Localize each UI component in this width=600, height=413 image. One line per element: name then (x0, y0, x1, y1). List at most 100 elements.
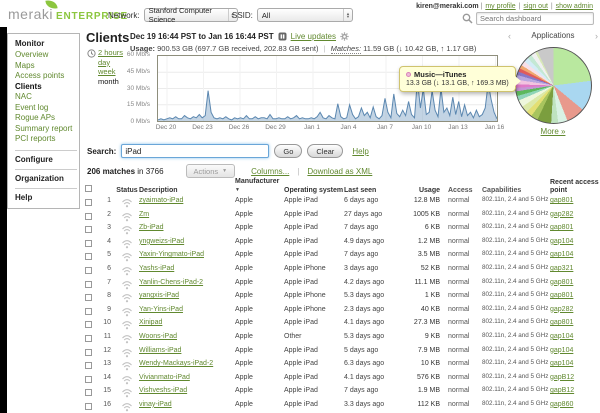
client-link[interactable]: Vishveshs-iPad (139, 387, 187, 394)
pause-live-icon[interactable] (278, 32, 287, 41)
access-cell: normal (448, 210, 470, 218)
client-link[interactable]: Wendy-Mackays-iPad-2 (139, 360, 213, 367)
select-all-checkbox[interactable] (85, 184, 92, 192)
clock-icon (87, 49, 96, 58)
row-checkbox[interactable] (85, 362, 92, 370)
col-recent-ap[interactable]: Recent access point (550, 179, 600, 194)
sidebar-item-access-points[interactable]: Access points (15, 71, 77, 82)
col-description[interactable]: Description (139, 187, 235, 195)
row-checkbox[interactable] (85, 226, 92, 234)
table-row: 15 Vishveshs-iPad Apple Apple iPad 7 days ag… (85, 387, 600, 401)
sidebar-item-event-log[interactable]: Event log (15, 103, 77, 114)
row-checkbox[interactable] (85, 402, 92, 410)
access-point-link[interactable]: gap801 (550, 224, 573, 231)
access-point-link[interactable]: gap104 (550, 333, 573, 340)
more-link[interactable]: More » (541, 127, 566, 136)
access-point-link[interactable]: gap801 (550, 279, 573, 286)
col-access[interactable]: Access (446, 187, 482, 195)
client-search-input[interactable] (121, 144, 270, 158)
manufacturer-cell: Apple (235, 210, 253, 218)
row-checkbox[interactable] (85, 334, 92, 342)
access-point-link[interactable]: gap860 (550, 401, 573, 408)
access-point-link[interactable]: gap321 (550, 265, 573, 272)
col-last-seen[interactable]: Last seen (344, 187, 402, 195)
access-point-link[interactable]: gap282 (550, 306, 573, 313)
usage-cell: 1005 KB (413, 210, 440, 218)
matches-label[interactable]: Matches: (330, 44, 362, 54)
client-link[interactable]: Yaxin-Yingmato-iPad (139, 251, 204, 258)
sidebar-item-clients[interactable]: Clients (15, 82, 77, 93)
client-link[interactable]: yngweizs-iPad (139, 238, 184, 245)
client-link[interactable]: Zm (139, 211, 149, 218)
gear-icon[interactable] (340, 32, 349, 41)
x-tick: Jan 13 (448, 124, 468, 131)
sort-desc-icon: ▼ (235, 186, 240, 193)
client-link[interactable]: Yanlin-Chens-iPad-2 (139, 279, 203, 286)
access-point-link[interactable]: gap801 (550, 292, 573, 299)
access-point-link[interactable]: gap282 (550, 211, 573, 218)
col-capabilities[interactable]: Capabilities (482, 187, 550, 195)
col-os[interactable]: Operating system (284, 187, 344, 195)
access-point-link[interactable]: gap104 (550, 251, 573, 258)
row-checkbox[interactable] (85, 294, 92, 302)
dashboard-search-input[interactable] (476, 12, 594, 25)
sign-out-link[interactable]: sign out (523, 3, 548, 10)
access-point-link[interactable]: gap801 (550, 319, 573, 326)
show-admin-link[interactable]: show admin (556, 3, 593, 10)
my-profile-link[interactable]: my profile (485, 3, 515, 10)
applications-pie-chart[interactable] (515, 47, 592, 124)
access-cell: normal (448, 332, 470, 340)
row-checkbox[interactable] (85, 239, 92, 247)
row-checkbox[interactable] (85, 266, 92, 274)
row-checkbox[interactable] (85, 199, 92, 206)
download-xml-link[interactable]: Download as XML (307, 167, 372, 176)
row-checkbox[interactable] (85, 212, 92, 220)
clear-button[interactable]: Clear (307, 144, 344, 158)
row-checkbox[interactable] (85, 253, 92, 261)
help-link[interactable]: Help (352, 147, 368, 156)
go-button[interactable]: Go (274, 144, 303, 158)
row-checkbox[interactable] (85, 307, 92, 315)
access-point-link[interactable]: gapB12 (550, 374, 574, 381)
access-point-link[interactable]: gap104 (550, 347, 573, 354)
prev-widget-arrow[interactable]: ‹ (508, 31, 511, 41)
next-widget-arrow[interactable]: › (595, 31, 598, 41)
sidebar-section-organization[interactable]: Organization (15, 168, 77, 183)
row-checkbox[interactable] (85, 389, 92, 397)
client-link[interactable]: zyaimato-iPad (139, 197, 183, 204)
access-point-link[interactable]: gap104 (550, 360, 573, 367)
access-point-link[interactable]: gapB12 (550, 387, 574, 394)
client-link[interactable]: Yashs-iPad (139, 265, 174, 272)
live-updates-link[interactable]: Live updates (291, 32, 336, 41)
client-link[interactable]: Yan-Yins-iPad (139, 306, 183, 313)
client-link[interactable]: Woons-iPad (139, 333, 177, 340)
client-link[interactable]: Zb-iPad (139, 224, 164, 231)
sidebar-item-overview[interactable]: Overview (15, 50, 77, 61)
client-link[interactable]: yangxis-iPad (139, 292, 179, 299)
client-link[interactable]: Williams-iPad (139, 347, 181, 354)
actions-dropdown[interactable]: Actions ▼ (185, 164, 236, 178)
columns-link[interactable]: Columns... (251, 167, 289, 176)
row-checkbox[interactable] (85, 321, 92, 329)
col-usage[interactable]: Usage (402, 187, 446, 195)
access-point-link[interactable]: gap104 (550, 238, 573, 245)
client-link[interactable]: Vivianmato-iPad (139, 374, 190, 381)
sidebar-section-configure[interactable]: Configure (15, 149, 77, 164)
network-select[interactable]: Stanford Computer Science ▲ ▼ (143, 6, 238, 24)
row-checkbox[interactable] (85, 280, 92, 288)
col-manufacturer[interactable]: Manufacturer ▼ (235, 178, 284, 194)
access-point-link[interactable]: gap801 (550, 197, 573, 204)
ssid-select[interactable]: All ▲ ▼ (256, 8, 353, 22)
row-checkbox[interactable] (85, 348, 92, 356)
sidebar-item-pci-reports[interactable]: PCI reports (15, 134, 77, 145)
sidebar-section-help[interactable]: Help (15, 187, 77, 202)
sidebar-item-summary-report[interactable]: Summary report (15, 124, 77, 135)
row-number: 12 (103, 346, 111, 354)
client-link[interactable]: Xinipad (139, 319, 162, 326)
sidebar-item-maps[interactable]: Maps (15, 61, 77, 72)
sidebar-item-nac[interactable]: NAC (15, 92, 77, 103)
col-status[interactable]: Status (115, 187, 139, 195)
row-checkbox[interactable] (85, 375, 92, 383)
client-link[interactable]: vinay-iPad (139, 401, 172, 408)
sidebar-item-rogue-aps[interactable]: Rogue APs (15, 113, 77, 124)
